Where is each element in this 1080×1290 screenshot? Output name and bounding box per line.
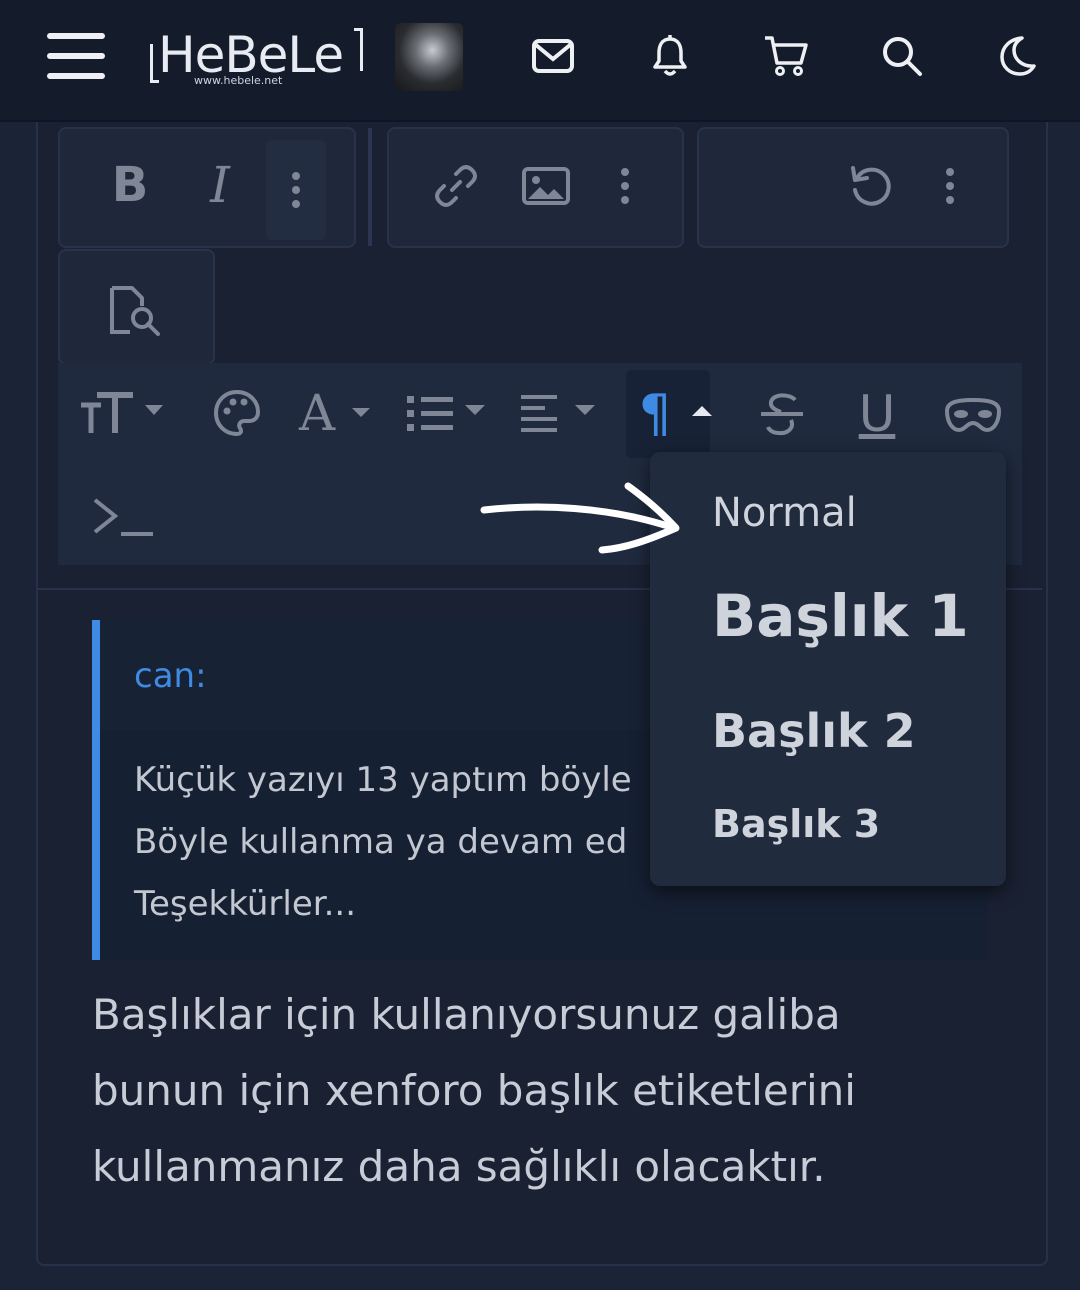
strikethrough-button[interactable]	[754, 388, 810, 440]
text-size-button[interactable]	[78, 385, 168, 441]
text-size-icon	[81, 392, 163, 433]
quote-accent-bar	[92, 620, 100, 960]
align-left-icon	[521, 395, 595, 432]
top-bar: HeBeLe www.hebele.net	[0, 0, 1080, 122]
list-button[interactable]	[404, 388, 488, 440]
search-icon[interactable]	[872, 28, 932, 84]
toolbar-separator	[368, 128, 372, 246]
chevron-up-icon	[692, 406, 712, 416]
terminal-icon	[93, 498, 153, 536]
preview-button[interactable]	[104, 280, 166, 342]
site-logo[interactable]: HeBeLe www.hebele.net	[150, 26, 365, 90]
link-icon	[435, 165, 477, 207]
menu-item-heading-3[interactable]: Başlık 3	[712, 802, 880, 846]
spoiler-button[interactable]	[940, 390, 1006, 440]
image-button[interactable]	[515, 155, 577, 217]
reply-text-line[interactable]: kullanmanız daha sağlıklı olacaktır.	[92, 1142, 826, 1191]
file-search-icon	[110, 286, 160, 336]
strikethrough-icon	[761, 393, 803, 436]
code-button[interactable]	[86, 490, 158, 542]
logo-bracket	[354, 28, 363, 71]
list-icon	[407, 396, 485, 431]
logo-url: www.hebele.net	[194, 74, 283, 87]
paragraph-format-menu: Normal Başlık 1 Başlık 2 Başlık 3	[650, 452, 1006, 886]
moon-icon[interactable]	[986, 28, 1046, 84]
align-button[interactable]	[518, 388, 602, 440]
more-options-button[interactable]	[610, 160, 640, 212]
bold-button[interactable]: B	[100, 150, 160, 220]
reply-text-line[interactable]: Başlıklar için kullanıyorsunuz galiba	[92, 990, 841, 1039]
more-vertical-icon	[292, 172, 300, 208]
palette-icon	[213, 389, 261, 437]
menu-icon[interactable]	[45, 28, 107, 84]
underline-button[interactable]: U	[850, 382, 904, 446]
more-vertical-icon	[621, 168, 629, 204]
undo-button[interactable]	[840, 155, 902, 217]
mail-icon[interactable]	[523, 28, 583, 84]
menu-item-normal[interactable]: Normal	[712, 490, 857, 536]
more-vertical-icon	[946, 168, 954, 204]
font-button[interactable]: A	[292, 384, 342, 442]
image-icon	[522, 167, 570, 205]
quote-line: Teşekkürler...	[134, 884, 357, 924]
undo-icon	[851, 166, 891, 206]
more-options-button[interactable]	[266, 140, 326, 240]
link-button[interactable]	[425, 155, 487, 217]
annotation-arrow-icon	[480, 482, 680, 554]
more-options-button[interactable]	[935, 160, 965, 212]
quote-line: Böyle kullanma ya devam ed	[134, 822, 628, 862]
avatar[interactable]	[395, 23, 463, 91]
color-button[interactable]	[210, 385, 264, 441]
chevron-down-icon	[346, 400, 376, 424]
reply-text-line[interactable]: bunun için xenforo başlık etiketlerini	[92, 1066, 856, 1115]
italic-button[interactable]: I	[190, 150, 250, 220]
cart-icon[interactable]	[756, 28, 816, 84]
quote-line: Küçük yazıyı 13 yaptım böyle	[134, 760, 632, 800]
menu-item-heading-2[interactable]: Başlık 2	[712, 704, 916, 758]
mask-icon	[944, 397, 1002, 433]
menu-item-heading-1[interactable]: Başlık 1	[712, 582, 969, 650]
quote-author[interactable]: can:	[134, 656, 207, 696]
bell-icon[interactable]	[640, 28, 700, 84]
paragraph-format-button[interactable]: ¶	[632, 384, 678, 444]
